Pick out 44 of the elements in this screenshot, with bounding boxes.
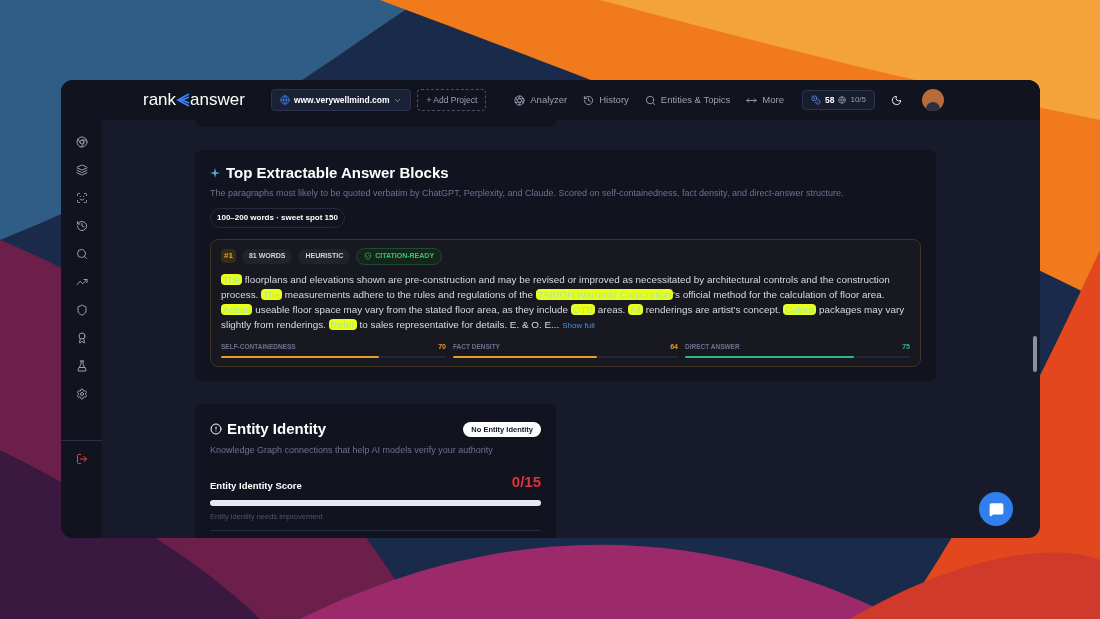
nav-link[interactable]: History bbox=[583, 92, 629, 108]
avatar[interactable] bbox=[922, 89, 945, 111]
shield-check-icon bbox=[364, 252, 373, 261]
section-subtitle: Knowledge Graph connections that help AI models verify your authority bbox=[210, 443, 494, 457]
scrollbar-thumb[interactable] bbox=[1033, 336, 1037, 372]
search-icon bbox=[644, 94, 656, 106]
theme-toggle-icon[interactable] bbox=[891, 94, 903, 106]
chat-button[interactable] bbox=[979, 492, 1013, 526]
logo[interactable]: rank answer bbox=[143, 87, 245, 113]
add-project-button[interactable]: + Add Project bbox=[417, 89, 487, 111]
nav-link[interactable]: Analyzer bbox=[514, 92, 568, 108]
answer-paragraph: The floorplans and elevations shown are pre-construction and may be revised or improved as necessitated by architectural controls and the construction process. The measurements adhere to the rules and regulations of the TARION Warranty Corporation 's official method for the calculation of floor area. Actual useable floor space may vary from the stated floor area, as they include OTB areas. All renderings are artist's concept. Colour packages may vary slightly from renderings. Refer to sales representative for details. E. & O. E... Show full bbox=[221, 272, 906, 332]
alert-icon bbox=[210, 423, 222, 436]
aperture-icon bbox=[514, 94, 526, 106]
section-subtitle: The paragraphs most likely to be quoted verbatim by ChatGPT, Perplexity, and Claude. Scored on self-containedness, fact density, and direct-answer structure. bbox=[210, 186, 845, 200]
section-title: Entity Identity bbox=[227, 419, 327, 439]
logout-icon[interactable] bbox=[75, 453, 88, 465]
project-selector[interactable]: www.verywellmind.com bbox=[270, 89, 412, 111]
quota-count: 10/5 bbox=[850, 94, 867, 106]
globe-icon bbox=[838, 96, 847, 104]
scan-icon[interactable] bbox=[75, 192, 88, 204]
globe-icon bbox=[279, 95, 290, 105]
trend-icon[interactable] bbox=[75, 276, 88, 288]
search-icon[interactable] bbox=[75, 248, 88, 260]
score-value: 0/15 bbox=[511, 472, 541, 492]
layers-icon[interactable] bbox=[75, 164, 88, 176]
history-icon[interactable] bbox=[75, 220, 88, 232]
nav-link[interactable]: More bbox=[746, 92, 784, 108]
logo-mark-icon bbox=[176, 93, 191, 107]
shield-icon[interactable] bbox=[75, 304, 88, 316]
rank-badge: #1 bbox=[221, 249, 236, 264]
chat-icon bbox=[988, 501, 1004, 517]
settings-icon[interactable] bbox=[75, 388, 88, 400]
score-label: Entity Identity Score bbox=[210, 479, 302, 494]
credits-count: 58 bbox=[825, 93, 835, 107]
browser-icon[interactable] bbox=[75, 136, 88, 148]
sparkle-icon bbox=[210, 168, 220, 179]
history-icon bbox=[583, 94, 595, 106]
nav-link[interactable]: Entities & Topics bbox=[644, 92, 731, 108]
coins-icon bbox=[811, 95, 821, 105]
flask-icon[interactable] bbox=[75, 360, 88, 372]
show-full-link[interactable]: Show full bbox=[562, 320, 595, 330]
award-icon[interactable] bbox=[75, 332, 88, 344]
section-title: Top Extractable Answer Blocks bbox=[226, 163, 449, 183]
